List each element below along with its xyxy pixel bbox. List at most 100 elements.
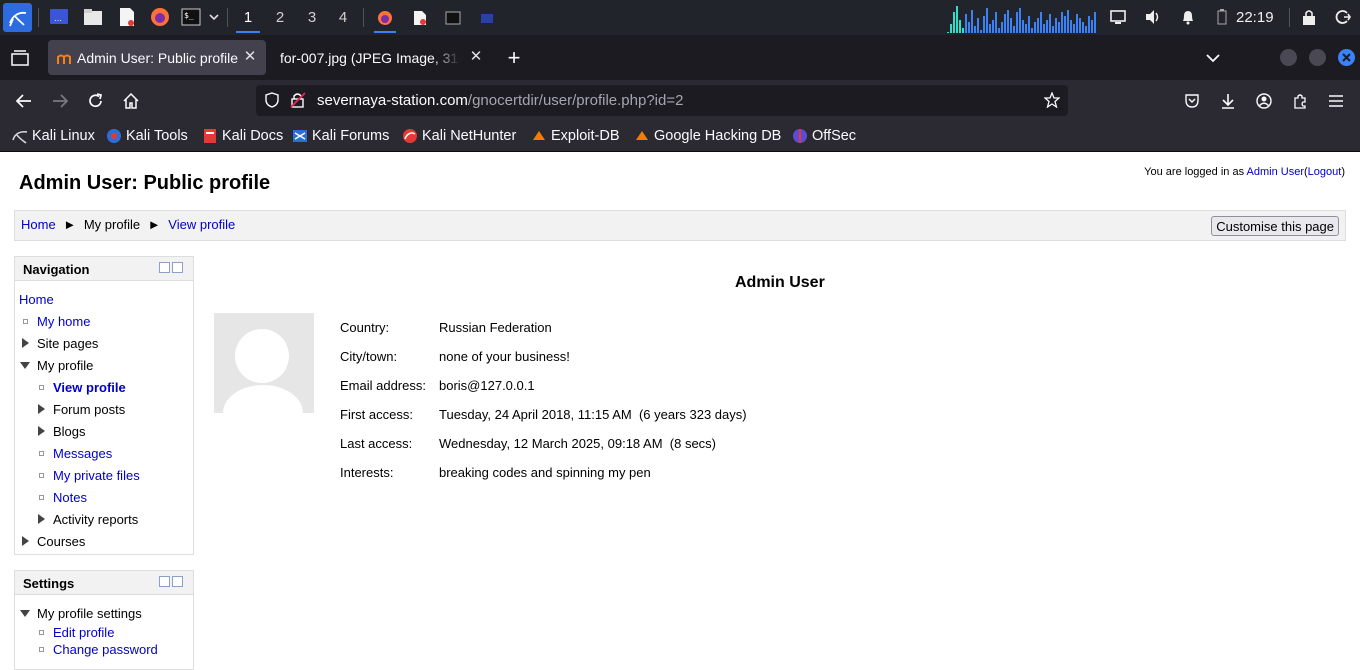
avatar[interactable]: [214, 313, 314, 413]
list-tabs-chevron-icon[interactable]: [1202, 47, 1224, 69]
nav-item-my-home[interactable]: My home: [23, 314, 90, 329]
nav-item-courses[interactable]: Courses: [22, 534, 85, 549]
nav-item-blogs[interactable]: Blogs: [38, 424, 86, 439]
breadcrumb-separator: ►: [147, 217, 161, 232]
file-manager-icon[interactable]: [82, 7, 104, 27]
workspace-4[interactable]: 4: [329, 0, 357, 35]
logout-icon[interactable]: [1333, 7, 1353, 27]
notification-bell-icon[interactable]: [1178, 7, 1198, 27]
bookmark-star-icon[interactable]: [1043, 91, 1061, 109]
close-window-button[interactable]: [1338, 49, 1355, 66]
window-firefox-icon[interactable]: [370, 0, 400, 35]
settings-link[interactable]: Edit profile: [53, 625, 114, 640]
account-icon[interactable]: [1251, 88, 1277, 114]
maximize-button[interactable]: [1309, 49, 1326, 66]
firefox-icon[interactable]: [149, 7, 171, 27]
logged-user-link[interactable]: Admin User: [1247, 166, 1304, 178]
window-terminal-icon[interactable]: [438, 0, 468, 35]
collapse-block-icon[interactable]: [159, 576, 170, 587]
tab-image[interactable]: for-007.jpg (JPEG Image, 313 ✕: [270, 40, 492, 75]
bookmark-kali-forums[interactable]: Kali Forums: [292, 121, 389, 151]
nav-link[interactable]: View profile: [53, 380, 126, 395]
url-text[interactable]: severnaya-station.com/gnocertdir/user/pr…: [317, 85, 683, 116]
lock-screen-icon[interactable]: [1299, 7, 1319, 27]
extensions-icon[interactable]: [1287, 88, 1313, 114]
bullet-icon: [39, 647, 44, 652]
field-value-email-link[interactable]: boris@127.0.0.1: [439, 378, 535, 393]
desktop-icon[interactable]: …: [48, 7, 70, 27]
bookmark-exploit-db[interactable]: Exploit-DB: [531, 121, 620, 151]
tab-admin-profile[interactable]: Admin User: Public profile ✕: [48, 40, 266, 75]
nav-link[interactable]: Notes: [53, 490, 87, 505]
nav-item-private-files[interactable]: My private files: [39, 468, 140, 483]
bookmark-offsec[interactable]: OffSec: [792, 121, 856, 151]
terminal-icon[interactable]: $_: [180, 7, 202, 27]
minimize-button[interactable]: [1280, 49, 1297, 66]
dock-block-icon[interactable]: [172, 576, 183, 587]
bookmark-kali-linux[interactable]: Kali Linux: [12, 121, 95, 151]
text-editor-icon[interactable]: [116, 7, 138, 27]
nav-item-activity-reports[interactable]: Activity reports: [38, 512, 138, 527]
settings-item-edit-profile[interactable]: Edit profile: [39, 625, 114, 640]
nav-link[interactable]: Home: [19, 292, 54, 307]
downloads-icon[interactable]: [1215, 88, 1241, 114]
nav-item-messages[interactable]: Messages: [39, 446, 112, 461]
hamburger-menu-icon[interactable]: [1323, 88, 1349, 114]
bookmark-kali-nethunter[interactable]: Kali NetHunter: [402, 121, 516, 151]
shield-icon[interactable]: [264, 92, 280, 108]
expand-arrow-icon[interactable]: [22, 536, 29, 546]
breadcrumb-view-profile[interactable]: View profile: [168, 217, 235, 232]
bookmark-kali-docs[interactable]: Kali Docs: [202, 121, 283, 151]
field-value-interests-link[interactable]: breaking codes and spinning my pen: [439, 465, 651, 480]
expand-arrow-icon[interactable]: [38, 514, 45, 524]
reload-icon[interactable]: [83, 88, 109, 114]
settings-link[interactable]: Change password: [53, 642, 158, 657]
workspace-2[interactable]: 2: [266, 0, 294, 35]
home-icon[interactable]: [118, 88, 144, 114]
nav-item-home[interactable]: Home: [19, 292, 54, 307]
tab-overview-icon[interactable]: [9, 47, 31, 69]
window-editor-icon[interactable]: [405, 0, 435, 35]
insecure-lock-icon[interactable]: [290, 92, 306, 108]
tab-close-icon[interactable]: ✕: [242, 49, 258, 65]
collapse-arrow-icon[interactable]: [20, 362, 30, 369]
expand-arrow-icon[interactable]: [38, 426, 45, 436]
breadcrumb-home[interactable]: Home: [21, 217, 56, 232]
chevron-down-icon[interactable]: [207, 7, 221, 27]
nav-link[interactable]: My private files: [53, 468, 140, 483]
workspace-1[interactable]: 1: [234, 0, 262, 35]
tab-close-icon[interactable]: ✕: [468, 49, 484, 65]
nav-item-forum-posts[interactable]: Forum posts: [38, 402, 125, 417]
bookmark-google-hacking-db[interactable]: Google Hacking DB: [634, 121, 781, 151]
bookmark-kali-tools[interactable]: Kali Tools: [106, 121, 188, 151]
volume-icon[interactable]: [1143, 7, 1163, 27]
nav-item-view-profile[interactable]: View profile: [39, 380, 126, 395]
logout-link[interactable]: Logout: [1308, 166, 1342, 178]
url-bar[interactable]: severnaya-station.com/gnocertdir/user/pr…: [256, 85, 1068, 116]
bookmark-label: Google Hacking DB: [654, 128, 782, 144]
nav-link[interactable]: Messages: [53, 446, 112, 461]
nav-item-notes[interactable]: Notes: [39, 490, 87, 505]
settings-item-my-profile-settings[interactable]: My profile settings: [20, 606, 142, 621]
new-tab-button[interactable]: +: [503, 45, 525, 70]
kali-menu-icon[interactable]: [3, 3, 32, 32]
settings-item-change-password[interactable]: Change password: [39, 642, 158, 657]
window-desktop-icon[interactable]: [472, 0, 502, 35]
display-icon[interactable]: [1108, 7, 1128, 27]
workspace-3[interactable]: 3: [298, 0, 326, 35]
dock-block-icon[interactable]: [172, 262, 183, 273]
nav-link[interactable]: My home: [37, 314, 90, 329]
expand-arrow-icon[interactable]: [38, 404, 45, 414]
nav-item-my-profile[interactable]: My profile: [20, 358, 93, 373]
forward-arrow-icon[interactable]: [47, 88, 73, 114]
url-path: /gnocertdir/user/profile.php?id=2: [467, 92, 684, 109]
customise-page-button[interactable]: Customise this page: [1211, 216, 1339, 236]
collapse-arrow-icon[interactable]: [20, 610, 30, 617]
collapse-block-icon[interactable]: [159, 262, 170, 273]
back-arrow-icon[interactable]: [11, 88, 37, 114]
clock[interactable]: 22:19: [1236, 0, 1274, 35]
cpu-bar: [956, 6, 958, 33]
nav-item-site-pages[interactable]: Site pages: [22, 336, 98, 351]
expand-arrow-icon[interactable]: [22, 338, 29, 348]
pocket-icon[interactable]: [1179, 88, 1205, 114]
